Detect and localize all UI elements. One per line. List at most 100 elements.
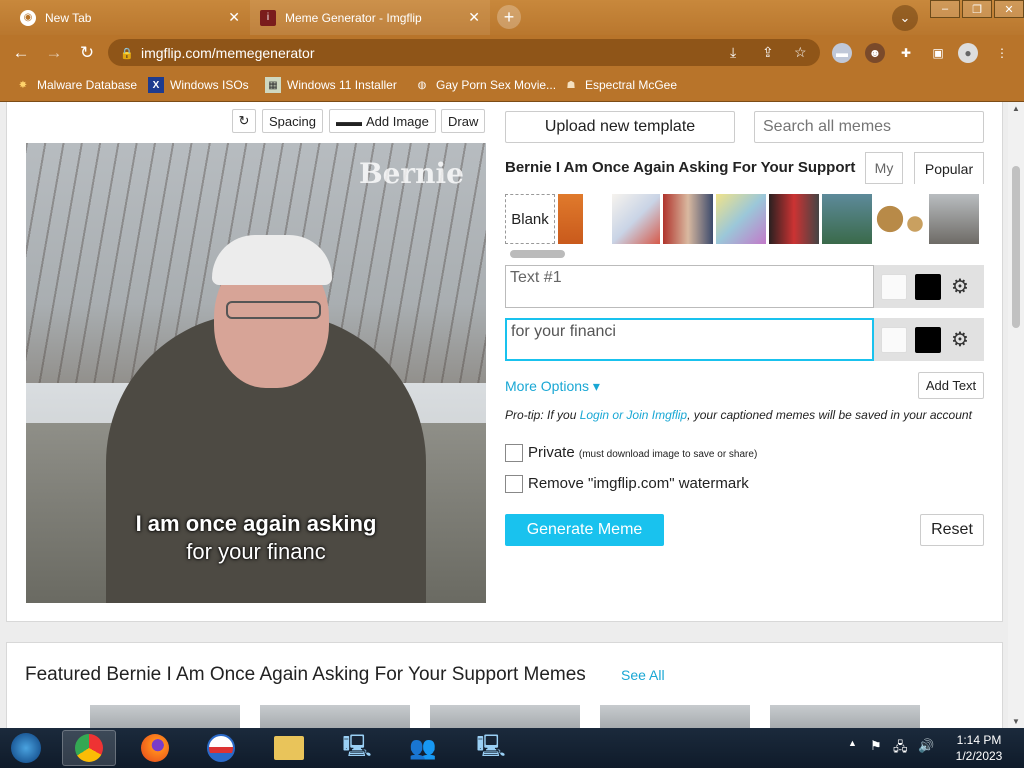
bookmark-label: Gay Porn Sex Movie... bbox=[436, 78, 557, 92]
more-options-link[interactable]: More Options ▾ bbox=[505, 378, 600, 395]
taskbar-users-app[interactable]: 👥 bbox=[396, 730, 450, 766]
private-note: (must download image to save or share) bbox=[578, 449, 758, 460]
scroll-up-icon[interactable]: ▲ bbox=[1012, 104, 1020, 113]
text-1-input[interactable]: Text #1 bbox=[505, 265, 874, 308]
bookmarks-bar: ✸ Malware Database X Windows ISOs ▦ Wind… bbox=[0, 69, 1024, 102]
action-center-flag-icon[interactable]: ⚑ bbox=[870, 738, 882, 754]
template-thumbnail[interactable] bbox=[929, 194, 979, 244]
template-thumbnail[interactable] bbox=[558, 194, 583, 244]
system-clock[interactable]: 1:14 PM 1/2/2023 bbox=[945, 732, 1013, 764]
gear-icon[interactable]: ⚙ bbox=[951, 327, 969, 352]
tab-meme-generator[interactable]: i Meme Generator - Imgflip ✕ bbox=[250, 0, 490, 35]
meme-figure bbox=[212, 235, 332, 285]
add-image-label: Add Image bbox=[366, 113, 429, 129]
template-thumbnail[interactable] bbox=[612, 194, 660, 244]
text-2-input[interactable]: for your financi bbox=[505, 318, 874, 361]
bookmark-star-icon[interactable]: ☆ bbox=[794, 44, 807, 61]
upload-template-button[interactable]: Upload new template bbox=[505, 111, 735, 143]
meme-figure bbox=[226, 301, 321, 319]
extension-avatar-icon[interactable]: ☻ bbox=[865, 43, 885, 63]
meme-caption-top[interactable]: I am once again asking bbox=[26, 511, 486, 537]
bookmark-windows-11-installer[interactable]: ▦ Windows 11 Installer bbox=[265, 77, 397, 93]
gear-icon[interactable]: ⚙ bbox=[951, 274, 969, 299]
text-1-controls: ⚙ bbox=[874, 265, 984, 308]
remove-watermark-checkbox[interactable] bbox=[505, 475, 523, 493]
taskbar-network-app[interactable]: 🖳 bbox=[330, 730, 384, 766]
taskbar-firefox[interactable] bbox=[128, 730, 182, 766]
outline-color-swatch[interactable] bbox=[915, 274, 941, 300]
back-icon[interactable]: ← bbox=[10, 42, 32, 64]
template-thumbnail[interactable] bbox=[769, 194, 819, 244]
featured-meme-thumbnail[interactable] bbox=[770, 705, 920, 728]
generate-meme-button[interactable]: Generate Meme bbox=[505, 514, 664, 546]
template-thumbnails bbox=[505, 194, 984, 244]
tab-popular[interactable]: Popular bbox=[914, 152, 984, 184]
featured-meme-thumbnail[interactable] bbox=[430, 705, 580, 728]
featured-meme-thumbnail[interactable] bbox=[260, 705, 410, 728]
sunglasses-icon: ▬▬ bbox=[336, 113, 362, 129]
close-tab-icon[interactable]: ✕ bbox=[468, 9, 480, 26]
folder-icon bbox=[274, 736, 304, 760]
text-color-swatch[interactable] bbox=[881, 274, 907, 300]
add-text-button[interactable]: Add Text bbox=[918, 372, 984, 399]
scrollbar-thumb[interactable] bbox=[1012, 166, 1020, 328]
template-thumbnail[interactable] bbox=[663, 194, 713, 244]
tab-new-tab[interactable]: ◉ New Tab ✕ bbox=[10, 0, 250, 35]
profile-avatar-icon[interactable]: ● bbox=[958, 43, 978, 63]
featured-meme-thumbnail[interactable] bbox=[90, 705, 240, 728]
template-thumbnail[interactable] bbox=[716, 194, 766, 244]
taskbar-obama-app[interactable] bbox=[194, 730, 248, 766]
network-icon[interactable]: 🖧 bbox=[893, 738, 908, 760]
windows-taskbar: 🖳 👥 🖳 ▲ ⚑ 🖧 🔊 1:14 PM 1/2/2023 bbox=[0, 728, 1024, 768]
private-label-text: Private bbox=[528, 444, 575, 461]
new-tab-button[interactable]: + bbox=[497, 5, 521, 29]
bookmark-video-site[interactable]: ◍ Gay Porn Sex Movie... bbox=[414, 77, 556, 93]
taskbar-chrome[interactable] bbox=[62, 730, 116, 766]
minimize-icon[interactable]: – bbox=[930, 0, 960, 18]
bookmark-espectral-mcgee[interactable]: ☗ Espectral McGee bbox=[563, 77, 678, 93]
restore-icon[interactable]: ❐ bbox=[962, 0, 992, 18]
forward-icon[interactable]: → bbox=[43, 42, 65, 64]
tab-my[interactable]: My bbox=[865, 152, 903, 184]
search-memes-input[interactable] bbox=[754, 111, 984, 143]
extension-flag-icon[interactable]: ▬ bbox=[832, 43, 852, 63]
see-all-link[interactable]: See All bbox=[621, 667, 665, 683]
template-thumbnail[interactable] bbox=[822, 194, 872, 244]
taskbar-file-explorer[interactable] bbox=[262, 730, 316, 766]
side-panel-icon[interactable]: ▣ bbox=[928, 43, 948, 63]
show-hidden-icons[interactable]: ▲ bbox=[848, 738, 857, 748]
meme-caption-bottom[interactable]: for your financ bbox=[26, 539, 486, 565]
remove-watermark-label: Remove "imgflip.com" watermark bbox=[528, 475, 749, 492]
add-image-button[interactable]: ▬▬ Add Image bbox=[329, 109, 436, 133]
thumbnails-scrollbar[interactable] bbox=[510, 250, 565, 258]
rotate-button[interactable]: ↻ bbox=[232, 109, 256, 133]
address-bar[interactable]: 🔒 imgflip.com/memegenerator ⤓ ⇪ ☆ bbox=[108, 39, 820, 66]
featured-meme-thumbnail[interactable] bbox=[600, 705, 750, 728]
start-button[interactable] bbox=[0, 730, 52, 766]
outline-color-swatch[interactable] bbox=[915, 327, 941, 353]
tab-search-icon[interactable]: ⌄ bbox=[892, 5, 918, 31]
taskbar-remote-app[interactable]: 🖳 bbox=[464, 730, 518, 766]
draw-button[interactable]: Draw bbox=[441, 109, 486, 133]
template-name: Bernie I Am Once Again Asking For Your S… bbox=[505, 159, 856, 176]
install-app-icon[interactable]: ⤓ bbox=[730, 44, 736, 61]
reload-icon[interactable]: ↻ bbox=[76, 42, 98, 64]
share-icon[interactable]: ⇪ bbox=[762, 44, 774, 61]
bookmark-windows-isos[interactable]: X Windows ISOs bbox=[148, 77, 249, 93]
scroll-down-icon[interactable]: ▼ bbox=[1012, 717, 1020, 726]
close-tab-icon[interactable]: ✕ bbox=[228, 9, 240, 26]
browser-menu-icon[interactable]: ⋮ bbox=[992, 43, 1012, 63]
page-scrollbar[interactable]: ▲ ▼ bbox=[1008, 102, 1024, 728]
text-color-swatch[interactable] bbox=[881, 327, 907, 353]
volume-icon[interactable]: 🔊 bbox=[918, 738, 934, 754]
extensions-puzzle-icon[interactable]: ✚ bbox=[896, 43, 916, 63]
meme-canvas[interactable]: Bernie I am once again asking for your f… bbox=[26, 143, 486, 603]
bookmark-malware-database[interactable]: ✸ Malware Database bbox=[15, 77, 137, 93]
template-thumbnail[interactable] bbox=[875, 194, 925, 244]
private-checkbox[interactable] bbox=[505, 444, 523, 462]
close-window-icon[interactable]: ✕ bbox=[994, 0, 1024, 18]
spacing-button[interactable]: Spacing bbox=[262, 109, 323, 133]
reset-button[interactable]: Reset bbox=[920, 514, 984, 546]
url-text: imgflip.com/memegenerator bbox=[141, 44, 315, 61]
login-join-link[interactable]: Login or Join Imgflip bbox=[580, 408, 687, 422]
